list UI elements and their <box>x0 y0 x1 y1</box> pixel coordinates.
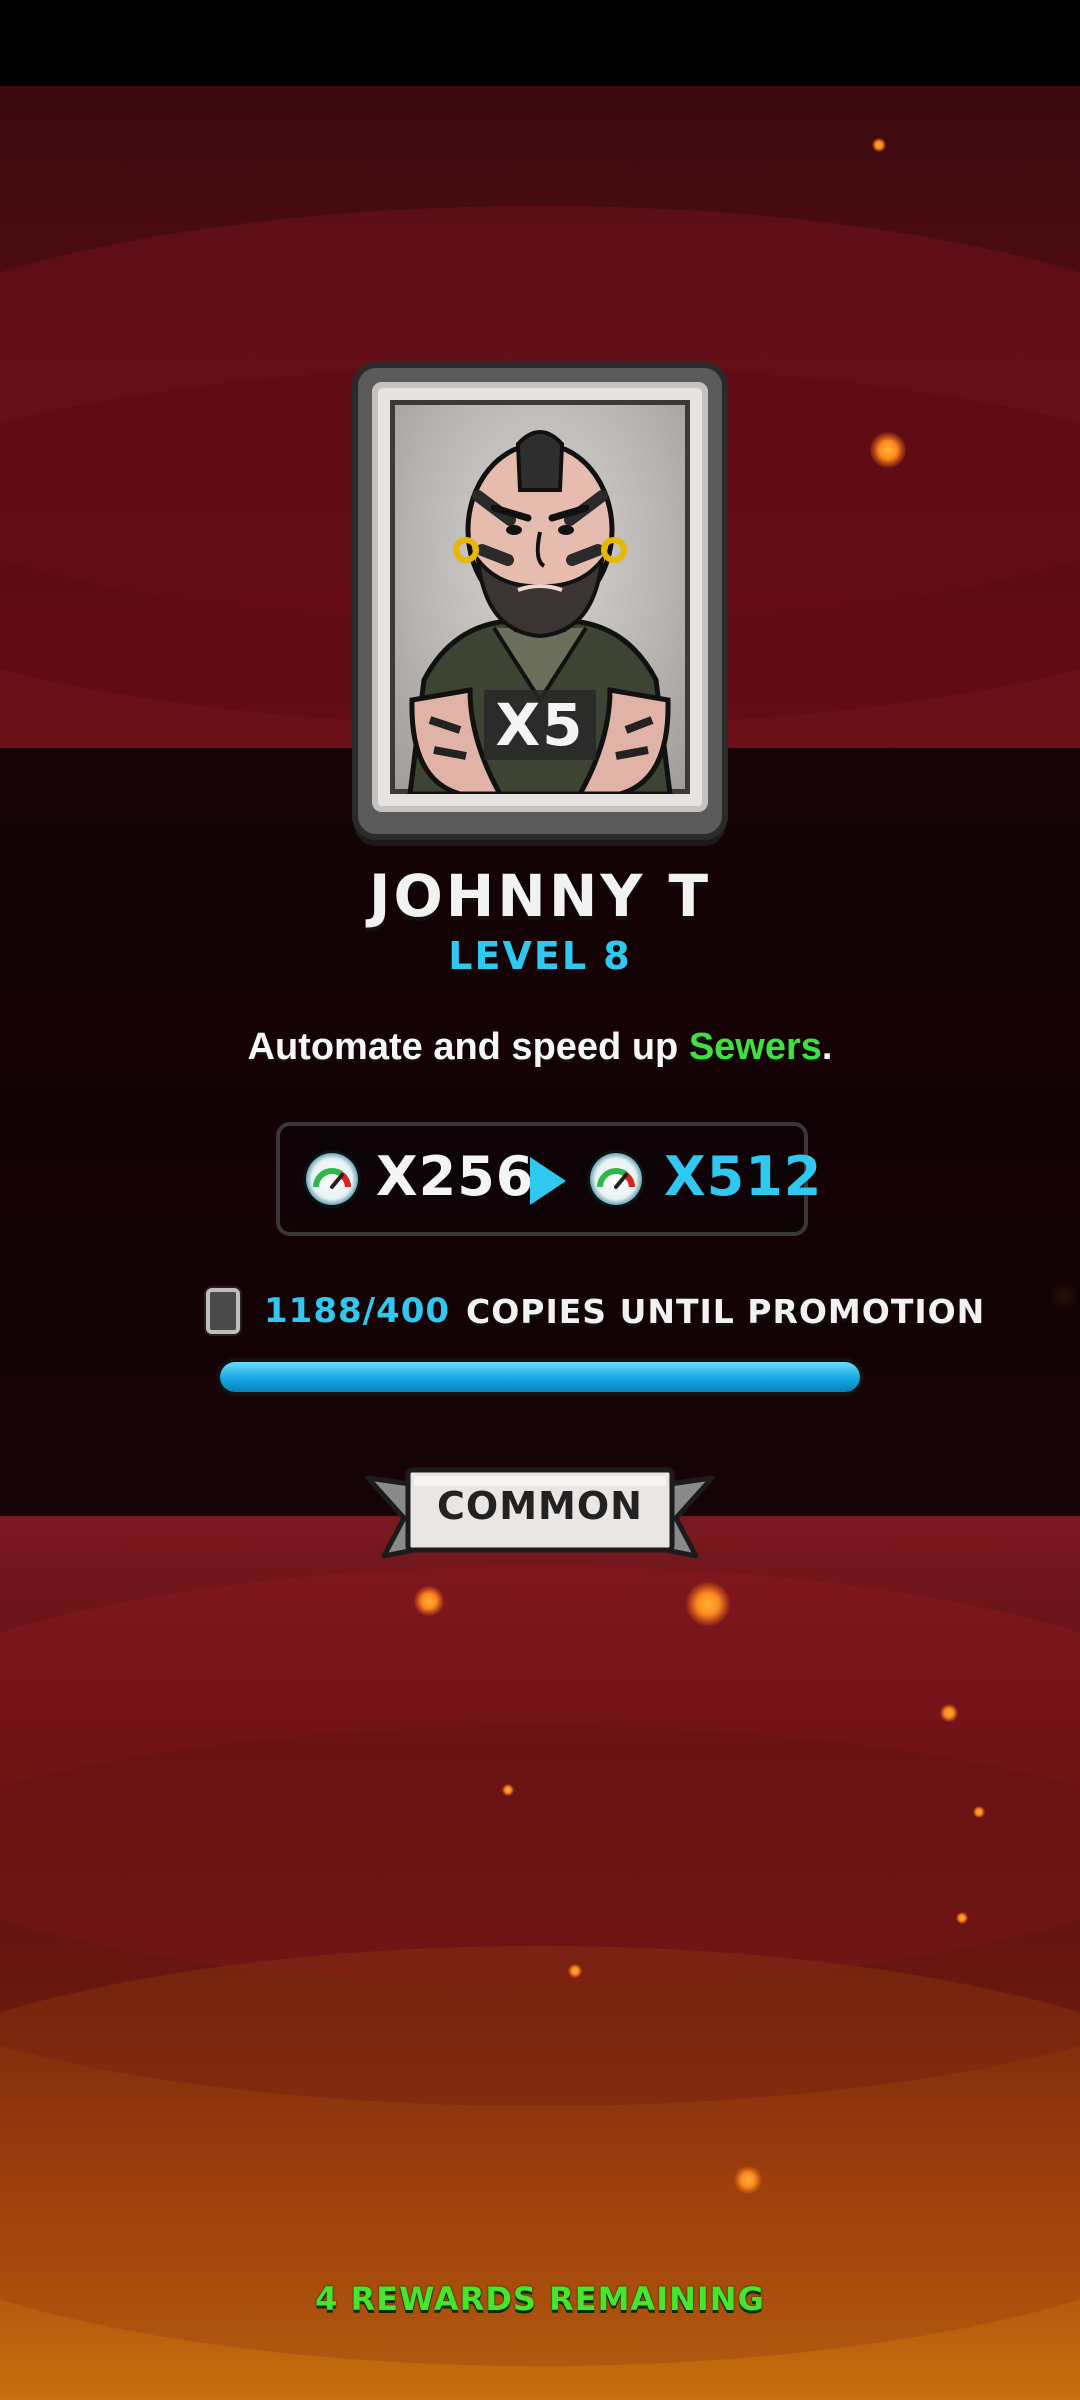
boost-next-value: X512 <box>664 1145 823 1208</box>
description-highlight: Sewers <box>688 1026 822 1068</box>
ember-particle <box>686 1582 730 1626</box>
ember-particle <box>872 138 886 152</box>
manager-card: X5 <box>358 368 722 834</box>
ember-particle <box>973 1806 985 1818</box>
speed-gauge-icon <box>306 1153 358 1205</box>
manager-level: LEVEL 8 <box>448 934 632 978</box>
manager-portrait: X5 <box>390 400 690 794</box>
ember-particle <box>734 2166 762 2194</box>
copies-count: 1188/400 <box>264 1291 451 1331</box>
ember-particle <box>870 432 906 468</box>
arrow-right-icon <box>530 1157 566 1205</box>
manager-name: JOHNNY T <box>368 862 712 930</box>
ember-particle <box>414 1586 444 1616</box>
promotion-progress-bar <box>220 1362 860 1392</box>
speed-gauge-icon <box>590 1153 642 1205</box>
manager-description: Automate and speed up Sewers. <box>0 1026 1080 1069</box>
description-suffix: . <box>821 1026 833 1068</box>
ember-particle <box>568 1964 582 1978</box>
rarity-label: COMMON <box>437 1484 643 1528</box>
boost-current-value: X256 <box>376 1145 535 1208</box>
promotion-progress-fill <box>220 1362 860 1392</box>
ember-particle <box>502 1784 514 1796</box>
description-prefix: Automate and speed up <box>247 1026 689 1068</box>
ember-particle <box>940 1704 958 1722</box>
card-copies-icon <box>206 1288 240 1334</box>
copies-label: COPIES UNTIL PROMOTION <box>466 1291 986 1331</box>
rarity-ribbon: COMMON <box>364 1456 716 1568</box>
rewards-remaining: 4 REWARDS REMAINING <box>315 2280 765 2318</box>
boost-panel: X256 X512 <box>276 1122 821 1236</box>
ember-particle <box>956 1912 968 1924</box>
manager-card-inner: X5 <box>372 382 708 812</box>
status-bar <box>0 0 1080 86</box>
card-multiplier-badge: X5 <box>484 690 596 760</box>
copies-row: 1188/400 COPIES UNTIL PROMOTION <box>206 1284 985 1338</box>
